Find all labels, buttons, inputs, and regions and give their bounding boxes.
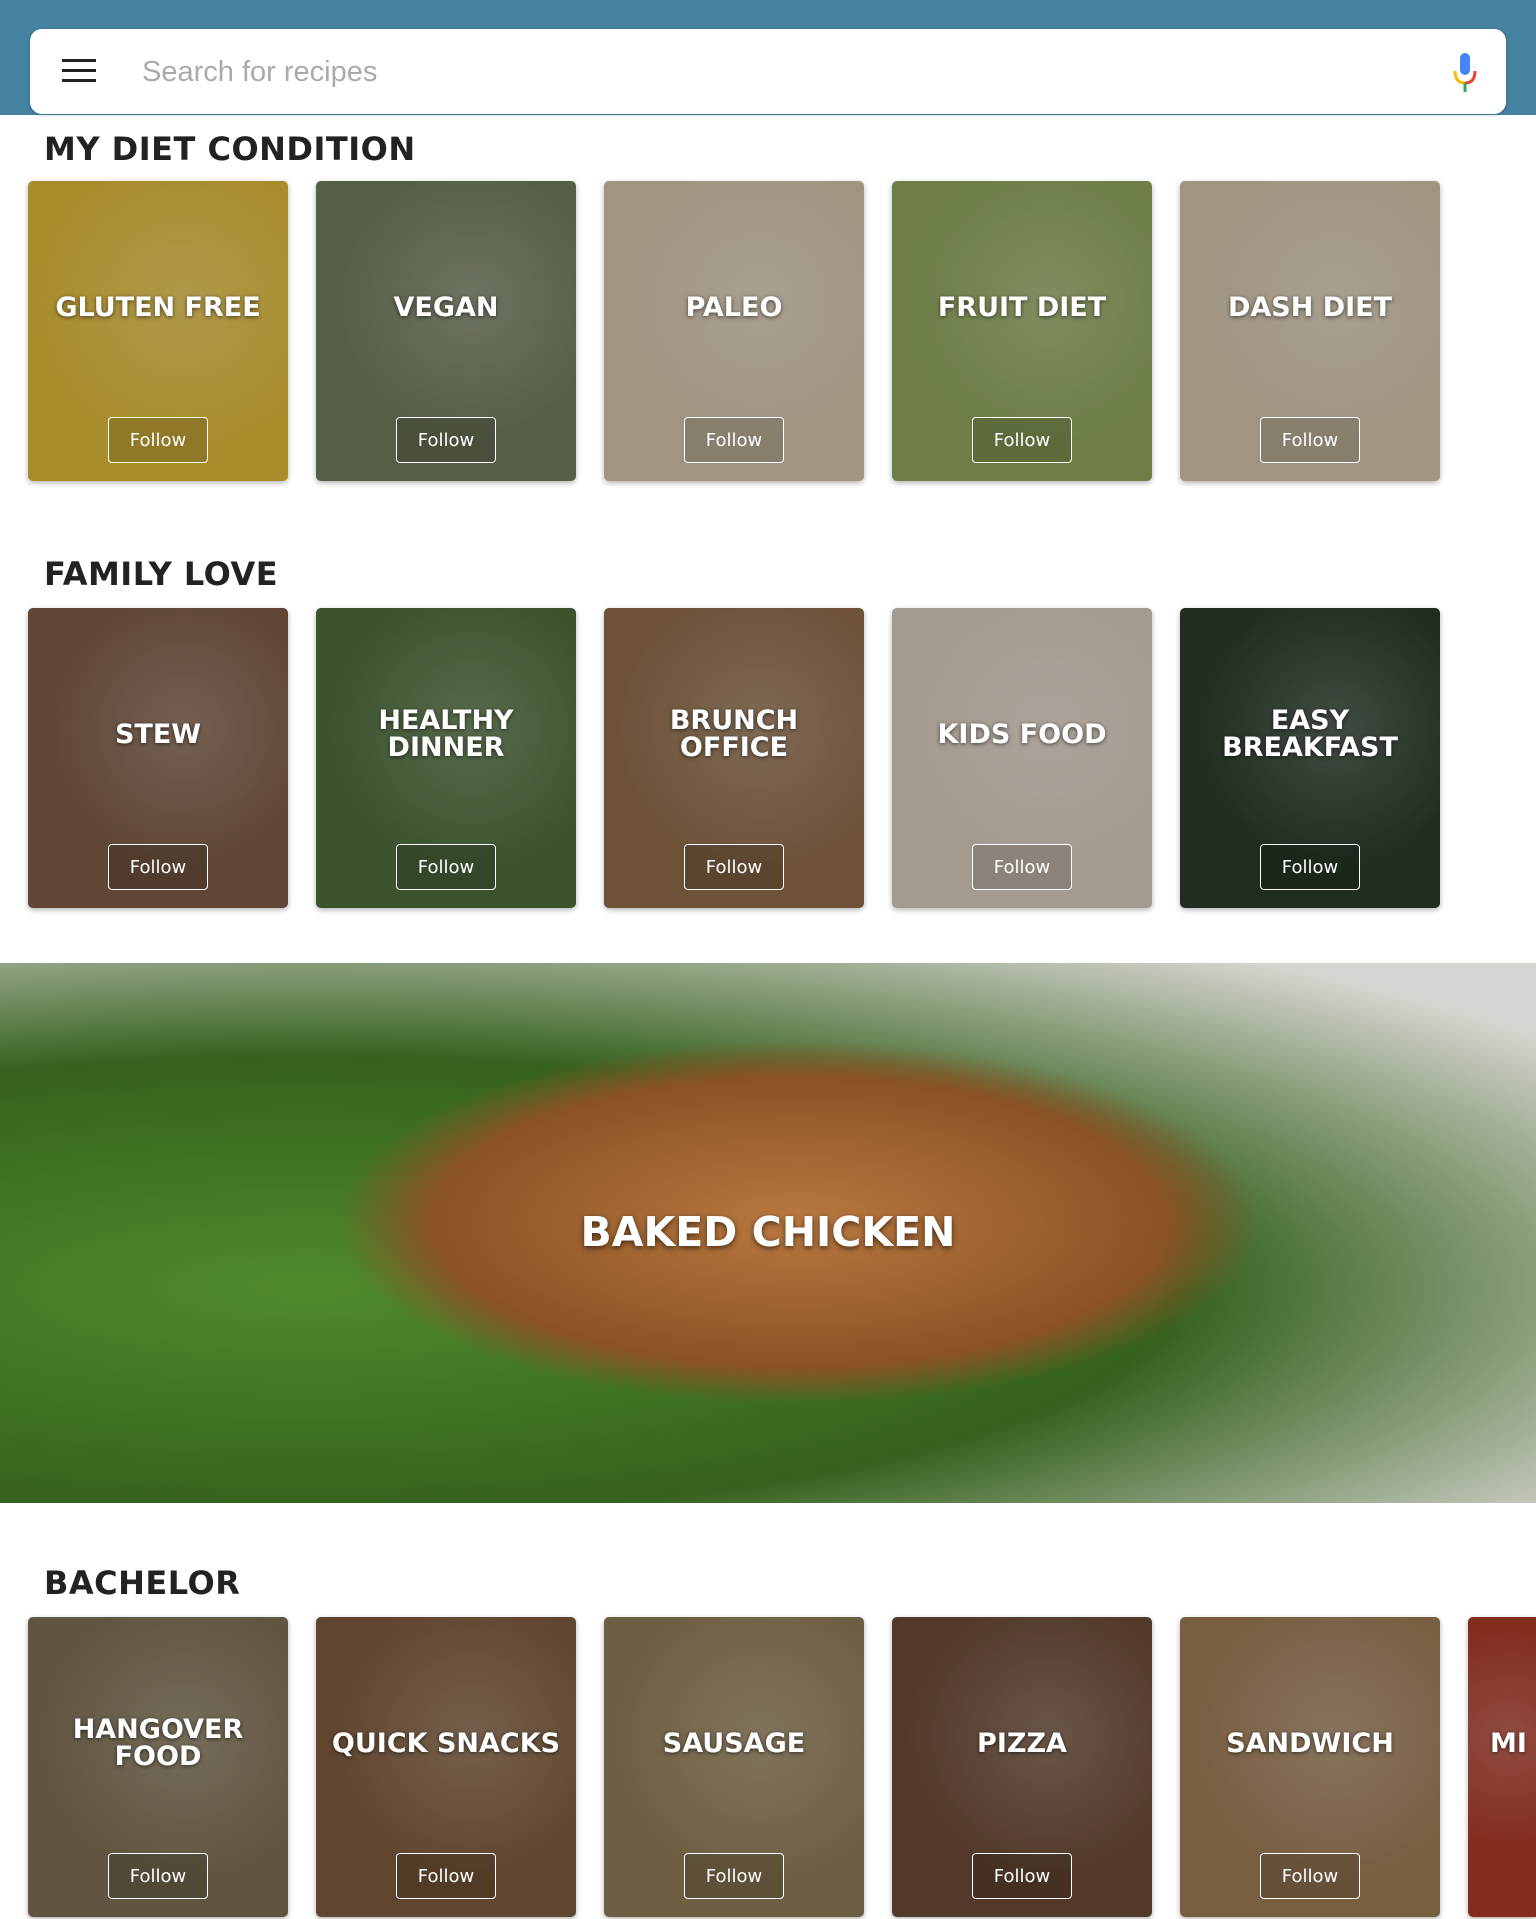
follow-button[interactable]: Follow (396, 844, 496, 890)
category-card[interactable]: VEGAN Follow (316, 181, 576, 481)
card-label: FRUIT DIET (937, 291, 1107, 323)
hamburger-menu-icon[interactable] (62, 59, 96, 83)
card-label: EASY BREAKFAST (1222, 705, 1398, 763)
card-label: BRUNCH OFFICE (669, 705, 799, 763)
follow-button[interactable]: Follow (1260, 844, 1360, 890)
follow-button[interactable]: Follow (972, 417, 1072, 463)
card-label: GLUTEN FREE (55, 291, 261, 323)
card-label: MI (1490, 1727, 1527, 1759)
card-label: DASH DIET (1227, 291, 1393, 323)
category-card[interactable]: FRUIT DIET Follow (892, 181, 1152, 481)
banner-label: BAKED CHICKEN (580, 1208, 956, 1256)
microphone-icon[interactable] (1450, 51, 1480, 95)
category-card[interactable]: HANGOVER FOOD Follow (28, 1617, 288, 1917)
card-label: HEALTHY DINNER (378, 705, 514, 763)
follow-button[interactable]: Follow (396, 417, 496, 463)
category-card[interactable]: SAUSAGE Follow (604, 1617, 864, 1917)
banner-baked-chicken[interactable]: BAKED CHICKEN (0, 963, 1536, 1503)
category-card[interactable]: KIDS FOOD Follow (892, 608, 1152, 908)
follow-button[interactable]: Follow (972, 844, 1072, 890)
follow-button[interactable]: Follow (972, 1853, 1072, 1899)
category-card[interactable]: PIZZA Follow (892, 1617, 1152, 1917)
category-card[interactable]: QUICK SNACKS Follow (316, 1617, 576, 1917)
follow-button[interactable]: Follow (1260, 417, 1360, 463)
card-label: SAUSAGE (662, 1727, 806, 1759)
category-card[interactable]: PALEO Follow (604, 181, 864, 481)
search-bar (30, 29, 1506, 114)
category-card[interactable]: SANDWICH Follow (1180, 1617, 1440, 1917)
follow-button[interactable]: Follow (1260, 1853, 1360, 1899)
follow-button[interactable]: Follow (108, 844, 208, 890)
follow-button[interactable]: Follow (396, 1853, 496, 1899)
category-card[interactable]: GLUTEN FREE Follow (28, 181, 288, 481)
card-label: STEW (114, 718, 202, 750)
category-card[interactable]: DASH DIET Follow (1180, 181, 1440, 481)
card-label: PIZZA (977, 1727, 1067, 1759)
category-card[interactable]: EASY BREAKFAST Follow (1180, 608, 1440, 908)
category-card[interactable]: BRUNCH OFFICE Follow (604, 608, 864, 908)
card-label: KIDS FOOD (937, 718, 1107, 750)
card-label: PALEO (685, 291, 783, 323)
category-card[interactable]: MI (1468, 1617, 1536, 1917)
follow-button[interactable]: Follow (108, 417, 208, 463)
category-card[interactable]: HEALTHY DINNER Follow (316, 608, 576, 908)
category-card[interactable]: STEW Follow (28, 608, 288, 908)
follow-button[interactable]: Follow (684, 1853, 784, 1899)
follow-button[interactable]: Follow (684, 844, 784, 890)
follow-button[interactable]: Follow (684, 417, 784, 463)
card-label: VEGAN (393, 291, 499, 323)
card-label: SANDWICH (1226, 1727, 1394, 1759)
search-input[interactable] (142, 47, 1342, 97)
follow-button[interactable]: Follow (108, 1853, 208, 1899)
card-label: QUICK SNACKS (331, 1727, 561, 1759)
card-label: HANGOVER FOOD (72, 1714, 244, 1772)
